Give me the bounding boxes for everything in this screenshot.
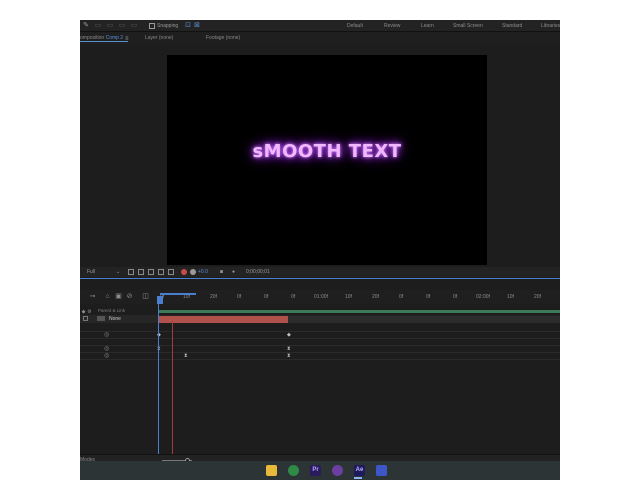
- viewer-panel-tabs: omposition Comp 2 ≡ Layer (none) Footage…: [80, 32, 560, 44]
- stopwatch-icon[interactable]: ◎: [104, 332, 109, 339]
- property-row: ◎ ⧗ ⧗: [80, 346, 560, 353]
- workspace-libraries[interactable]: Libraries: [541, 22, 560, 30]
- snapping-checkbox[interactable]: [149, 23, 155, 29]
- tool-icon[interactable]: ▭: [130, 22, 138, 30]
- ruler-tick: 20f: [534, 294, 541, 300]
- ruler-tick: 01:00f: [314, 294, 328, 300]
- eye-icon[interactable]: [83, 316, 88, 321]
- active-app-indicator: [354, 477, 362, 479]
- ruler-tick: 0f: [291, 294, 296, 300]
- panel-divider: [80, 278, 560, 279]
- grid-icon[interactable]: [158, 269, 164, 275]
- tool-icon[interactable]: ▭: [118, 22, 126, 30]
- show-snapshot-icon[interactable]: ●: [232, 268, 235, 276]
- active-tab-underline: [80, 41, 128, 42]
- ruler-tick: 10f: [507, 294, 514, 300]
- resolution-dropdown[interactable]: Full: [87, 268, 95, 276]
- keyframe-marker[interactable]: ⧗: [287, 346, 291, 352]
- property-row: ◎ ◆ ◆: [80, 332, 560, 339]
- mask-visibility-icon[interactable]: [148, 269, 154, 275]
- current-time[interactable]: 0;00;00;01: [246, 268, 270, 276]
- playhead-line[interactable]: [158, 300, 159, 464]
- snap-icon[interactable]: ⊠: [193, 22, 201, 30]
- ruler-tick: 0f: [237, 294, 242, 300]
- viewer-controls: Full ⌄ +0.0 ◙ ● 0;00;00;01: [80, 267, 560, 277]
- ruler-tick: 0f: [453, 294, 458, 300]
- chevron-down-icon[interactable]: ⌄: [116, 268, 120, 276]
- stopwatch-icon[interactable]: ◎: [104, 353, 109, 360]
- after-effects-icon[interactable]: Ae: [354, 465, 365, 476]
- transparency-grid-icon[interactable]: [138, 269, 144, 275]
- taskbar: Pr Ae: [80, 461, 560, 480]
- snap-icon[interactable]: ⊡: [184, 22, 192, 30]
- app-icon[interactable]: [332, 465, 343, 476]
- property-row: I: [80, 339, 560, 346]
- reset-exposure-icon[interactable]: [190, 269, 196, 275]
- ruler-tick: 10f: [345, 294, 352, 300]
- fast-preview-icon[interactable]: [168, 269, 174, 275]
- color-channel-icon[interactable]: [181, 269, 187, 275]
- ruler-tick: 02:00f: [476, 294, 490, 300]
- pick-whip-icon[interactable]: [97, 316, 105, 321]
- layer-track-empty: [288, 316, 560, 323]
- property-row: I: [80, 325, 560, 332]
- motion-blur-icon[interactable]: ▣: [115, 293, 122, 300]
- region-of-interest-icon[interactable]: [128, 269, 134, 275]
- keyframe-marker[interactable]: ◆: [287, 332, 291, 338]
- chrome-icon[interactable]: [288, 465, 299, 476]
- tool-icon[interactable]: ▭: [106, 22, 114, 30]
- tab-footage[interactable]: Footage (none): [206, 34, 240, 42]
- workspace-default[interactable]: Default: [347, 22, 363, 30]
- shy-icon[interactable]: ⊸: [89, 293, 96, 300]
- letterbox-top: [80, 0, 560, 20]
- ruler-tick: 0f: [426, 294, 431, 300]
- stopwatch-icon[interactable]: ◎: [104, 346, 109, 353]
- premiere-pro-icon[interactable]: Pr: [310, 465, 321, 476]
- workspace-standard[interactable]: Standard: [502, 22, 522, 30]
- camera-icon[interactable]: ◙: [220, 268, 223, 276]
- frame-blend-icon[interactable]: ⌂: [104, 293, 111, 300]
- workspace-learn[interactable]: Learn: [421, 22, 434, 30]
- parent-link-column-header[interactable]: Parent & Link: [98, 308, 125, 314]
- time-marker-line: [172, 321, 173, 464]
- keyframe-marker[interactable]: ⧗: [287, 353, 291, 359]
- after-effects-window: ✎ ▭ ▭ ▭ ▭ Snapping ⊡ ⊠ Default Review Le…: [80, 20, 560, 464]
- parent-dropdown[interactable]: None: [109, 316, 121, 322]
- draft-3d-icon[interactable]: ⊘: [126, 293, 133, 300]
- timeline-header: ⊸ ⌂ ▣ ⊘ ◫ 0f 10f 20f 0f 0f 0f 01:00f 10f…: [80, 290, 560, 304]
- snapping-label: Snapping: [157, 23, 179, 29]
- letterbox-right: [560, 0, 640, 480]
- graph-editor-icon[interactable]: ◫: [142, 293, 149, 300]
- composition-text: sMOOTH TEXT: [252, 141, 402, 162]
- composition-viewer[interactable]: sMOOTH TEXT: [167, 55, 487, 265]
- ruler-tick: 0f: [264, 294, 269, 300]
- tools-toolbar: ✎ ▭ ▭ ▭ ▭ Snapping ⊡ ⊠ Default Review Le…: [80, 20, 560, 32]
- tab-layer[interactable]: Layer (none): [145, 34, 173, 42]
- work-area-track: [158, 310, 560, 313]
- workspace-small-screen[interactable]: Small Screen: [453, 22, 483, 30]
- property-row: ◎ ⧗ ⧗: [80, 353, 560, 360]
- ruler-tick: 20f: [210, 294, 217, 300]
- keyframe-marker[interactable]: ⧗: [184, 353, 188, 359]
- layer-duration-bar[interactable]: [158, 316, 288, 323]
- workspace-review[interactable]: Review: [384, 22, 400, 30]
- tool-icon[interactable]: ▭: [94, 22, 102, 30]
- letterbox-left: [0, 0, 80, 480]
- file-explorer-icon[interactable]: [266, 465, 277, 476]
- shield-icon[interactable]: [376, 465, 387, 476]
- pin-tool-icon[interactable]: ✎: [82, 22, 90, 30]
- work-area-bar[interactable]: [160, 293, 196, 295]
- exposure-value[interactable]: +0.0: [198, 268, 208, 276]
- ruler-tick: 20f: [372, 294, 379, 300]
- ruler-tick: 0f: [399, 294, 404, 300]
